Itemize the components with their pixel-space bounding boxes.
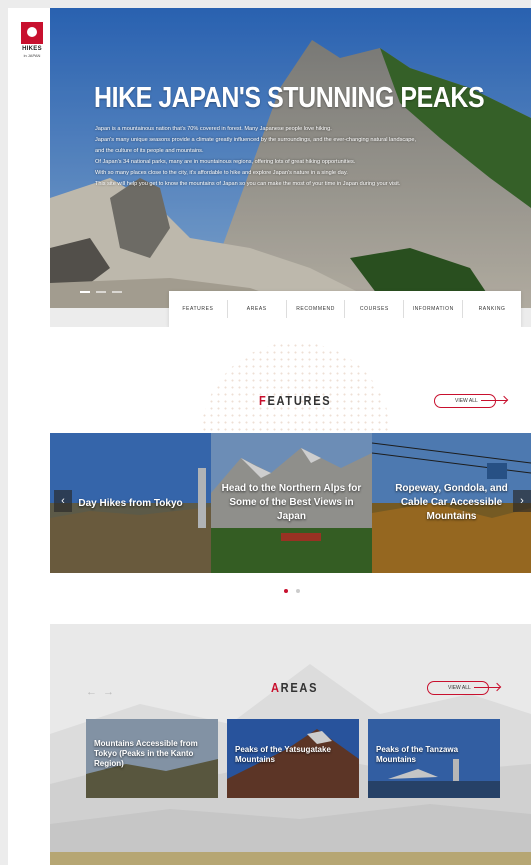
area-card-title: Peaks of the Yatsugatake Mountains (235, 745, 331, 764)
hero-paragraph: Japan is a mountainous nation that's 70%… (95, 126, 332, 132)
arrow-right-icon (481, 400, 507, 401)
feature-card-title: Head to the Northern Alps for Some of th… (221, 483, 362, 522)
features-carousel: Day Hikes from Tokyo Head to the Norther… (50, 433, 531, 573)
hero-dot[interactable] (96, 291, 106, 293)
features-title: FEATURES (259, 393, 331, 408)
logo-subtext: in JAPAN (23, 53, 41, 58)
view-all-label: VIEW ALL (455, 398, 478, 404)
areas-title-initial: A (271, 680, 281, 695)
areas-view-all-button[interactable]: VIEW ALL (427, 681, 500, 695)
hero-paragraph: This site will help you get to know the … (95, 181, 401, 187)
hero-description: Japan is a mountainous nation that's 70%… (95, 124, 495, 190)
carousel-dot[interactable] (296, 589, 300, 593)
site-logo[interactable]: HIKES in JAPAN (19, 22, 45, 58)
hero-paragraph: With so many places close to the city, i… (95, 170, 348, 176)
features-title-initial: F (259, 393, 268, 408)
hero-paragraph: Japan's many unique seasons provide a cl… (95, 137, 417, 143)
areas-title-rest: REAS (280, 680, 319, 695)
nav-information[interactable]: INFORMATION (404, 300, 464, 318)
bottom-image-strip (50, 852, 531, 865)
area-prev-arrow-icon[interactable]: ← (86, 686, 97, 698)
areas-nav-arrows: ← → (86, 686, 114, 698)
area-card[interactable]: Peaks of the Yatsugatake Mountains (227, 719, 359, 798)
view-all-label: VIEW ALL (448, 685, 471, 691)
nav-ranking[interactable]: RANKING (463, 300, 521, 318)
area-card[interactable]: Peaks of the Tanzawa Mountains (368, 719, 500, 798)
hero-dot[interactable] (112, 291, 122, 293)
hero-paragraph: Of Japan's 34 national parks, many are i… (95, 159, 356, 165)
carousel-dot[interactable] (284, 589, 288, 593)
hero-paragraph: and the culture of its people and mounta… (95, 148, 204, 154)
area-card-title: Peaks of the Tanzawa Mountains (376, 745, 459, 764)
features-section: FEATURES VIEW ALL Day Hikes from Tokyo H… (50, 327, 531, 624)
logo-text: HIKES (22, 46, 42, 52)
page: HIKES in JAPAN HIKE JAPAN'S STUNNING PEA… (0, 0, 531, 865)
hero-title: HIKE JAPAN'S STUNNING PEAKS (94, 82, 485, 114)
nav-courses[interactable]: COURSES (345, 300, 405, 318)
feature-card-title: Ropeway, Gondola, and Cable Car Accessib… (395, 483, 508, 522)
hero-dot[interactable] (80, 291, 90, 293)
left-rail: HIKES in JAPAN (8, 8, 50, 865)
nav-areas[interactable]: AREAS (228, 300, 287, 318)
feature-card[interactable]: Ropeway, Gondola, and Cable Car Accessib… (372, 433, 531, 573)
logo-mark-icon (21, 22, 43, 44)
hero-pagination (80, 291, 122, 293)
feature-card[interactable]: Head to the Northern Alps for Some of th… (211, 433, 372, 573)
feature-card[interactable]: Day Hikes from Tokyo (50, 433, 211, 573)
areas-title: AREAS (271, 680, 318, 695)
hero-banner: HIKE JAPAN'S STUNNING PEAKS Japan is a m… (50, 8, 531, 308)
features-title-rest: EATURES (267, 393, 332, 408)
features-pagination (284, 589, 300, 593)
feature-card-title: Day Hikes from Tokyo (78, 498, 183, 509)
nav-recommend[interactable]: RECOMMEND (287, 300, 346, 318)
arrow-right-icon (474, 687, 500, 688)
features-view-all-button[interactable]: VIEW ALL (434, 394, 507, 408)
carousel-next-button[interactable]: › (513, 490, 531, 512)
main-nav: FEATURES AREAS RECOMMEND COURSES INFORMA… (169, 291, 521, 327)
area-next-arrow-icon[interactable]: → (103, 686, 114, 698)
area-card-title: Mountains Accessible from Tokyo (Peaks i… (94, 739, 198, 768)
area-card[interactable]: Mountains Accessible from Tokyo (Peaks i… (86, 719, 218, 798)
carousel-prev-button[interactable]: ‹ (54, 490, 72, 512)
areas-section: ← → AREAS VIEW ALL Mountains Accessible … (50, 624, 531, 865)
nav-features[interactable]: FEATURES (169, 300, 228, 318)
